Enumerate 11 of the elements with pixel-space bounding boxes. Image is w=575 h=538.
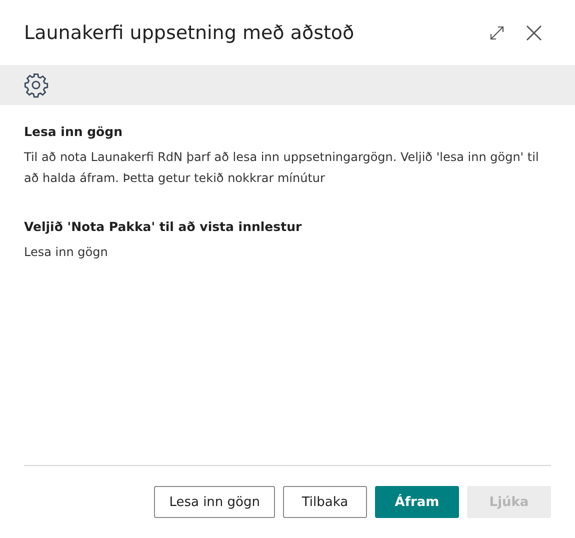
- dialog-button[interactable]: Áfram: [375, 486, 459, 518]
- dialog-button[interactable]: Tilbaka: [283, 486, 367, 518]
- section-heading: Lesa inn gögn: [24, 124, 124, 139]
- section-heading: Veljið 'Nota Pakka' til að vista innlestur: [24, 219, 303, 234]
- section-text: Lesa inn gögn: [24, 244, 109, 261]
- dialog-button[interactable]: Lesa inn gögn: [154, 486, 275, 518]
- expand-icon[interactable]: [489, 24, 505, 40]
- close-icon[interactable]: [525, 24, 543, 42]
- dialog-title: Launakerfi uppsetning með aðstoð: [24, 22, 356, 44]
- section-text: Til að nota Launakerfi RdN þarf að lesa inn uppsetningargögn. Veljið 'lesa inn gögn' til að halda áfram. Þetta getur tekið nokkrar mínútur: [24, 149, 540, 187]
- settings-icon: [23, 72, 49, 98]
